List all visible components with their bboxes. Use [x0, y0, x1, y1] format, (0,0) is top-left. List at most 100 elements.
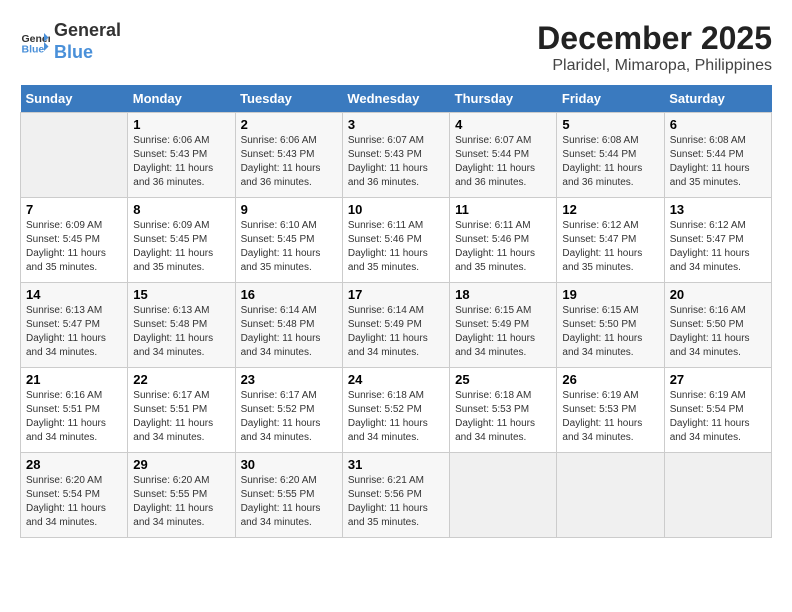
day-info: Sunrise: 6:13 AMSunset: 5:47 PMDaylight:…: [26, 304, 122, 360]
day-info: Sunrise: 6:20 AMSunset: 5:55 PMDaylight:…: [241, 474, 337, 530]
header-cell-monday: Monday: [128, 85, 235, 113]
day-info: Sunrise: 6:19 AMSunset: 5:54 PMDaylight:…: [670, 389, 766, 445]
day-number: 1: [133, 117, 229, 132]
day-info: Sunrise: 6:07 AMSunset: 5:44 PMDaylight:…: [455, 134, 551, 190]
calendar-cell: 3Sunrise: 6:07 AMSunset: 5:43 PMDaylight…: [342, 113, 449, 198]
header-cell-saturday: Saturday: [664, 85, 771, 113]
day-info: Sunrise: 6:17 AMSunset: 5:52 PMDaylight:…: [241, 389, 337, 445]
calendar-cell: [21, 113, 128, 198]
svg-text:Blue: Blue: [22, 43, 45, 55]
day-number: 3: [348, 117, 444, 132]
calendar-cell: 13Sunrise: 6:12 AMSunset: 5:47 PMDayligh…: [664, 198, 771, 283]
calendar-cell: 24 Sunrise: 6:18 AMSunset: 5:52 PMDayligh…: [342, 368, 449, 453]
calendar-cell: 15 Sunrise: 6:13 AMSunset: 5:48 PMDayligh…: [128, 283, 235, 368]
day-number: 22: [133, 372, 229, 387]
day-info: Sunrise: 6:15 AMSunset: 5:50 PMDaylight:…: [562, 304, 658, 360]
header-row: SundayMondayTuesdayWednesdayThursdayFrid…: [21, 85, 772, 113]
day-number: 16: [241, 287, 337, 302]
calendar-cell: 30 Sunrise: 6:20 AMSunset: 5:55 PMDayligh…: [235, 453, 342, 538]
day-info: Sunrise: 6:18 AMSunset: 5:52 PMDaylight:…: [348, 389, 444, 445]
calendar-cell: 4 Sunrise: 6:07 AMSunset: 5:44 PMDaylight…: [450, 113, 557, 198]
day-info: Sunrise: 6:09 AMSunset: 5:45 PMDaylight:…: [26, 219, 122, 275]
day-number: 18: [455, 287, 551, 302]
calendar-cell: 28 Sunrise: 6:20 AMSunset: 5:54 PMDayligh…: [21, 453, 128, 538]
day-number: 24: [348, 372, 444, 387]
calendar-cell: 23 Sunrise: 6:17 AMSunset: 5:52 PMDayligh…: [235, 368, 342, 453]
calendar-table: SundayMondayTuesdayWednesdayThursdayFrid…: [20, 85, 772, 538]
calendar-cell: 6Sunrise: 6:08 AMSunset: 5:44 PMDaylight…: [664, 113, 771, 198]
day-number: 29: [133, 457, 229, 472]
day-info: Sunrise: 6:13 AMSunset: 5:48 PMDaylight:…: [133, 304, 229, 360]
day-number: 31: [348, 457, 444, 472]
calendar-cell: [664, 453, 771, 538]
day-number: 14: [26, 287, 122, 302]
day-number: 9: [241, 202, 337, 217]
calendar-cell: 11Sunrise: 6:11 AMSunset: 5:46 PMDayligh…: [450, 198, 557, 283]
logo-blue: Blue: [54, 42, 121, 64]
day-number: 25: [455, 372, 551, 387]
day-number: 4: [455, 117, 551, 132]
calendar-cell: 21Sunrise: 6:16 AMSunset: 5:51 PMDayligh…: [21, 368, 128, 453]
calendar-cell: 2Sunrise: 6:06 AMSunset: 5:43 PMDaylight…: [235, 113, 342, 198]
day-info: Sunrise: 6:11 AMSunset: 5:46 PMDaylight:…: [348, 219, 444, 275]
day-number: 19: [562, 287, 658, 302]
day-info: Sunrise: 6:10 AMSunset: 5:45 PMDaylight:…: [241, 219, 337, 275]
day-info: Sunrise: 6:15 AMSunset: 5:49 PMDaylight:…: [455, 304, 551, 360]
calendar-cell: 7 Sunrise: 6:09 AMSunset: 5:45 PMDaylight…: [21, 198, 128, 283]
day-number: 10: [348, 202, 444, 217]
calendar-cell: 14 Sunrise: 6:13 AMSunset: 5:47 PMDayligh…: [21, 283, 128, 368]
day-info: Sunrise: 6:16 AMSunset: 5:50 PMDaylight:…: [670, 304, 766, 360]
day-info: Sunrise: 6:12 AMSunset: 5:47 PMDaylight:…: [562, 219, 658, 275]
day-number: 12: [562, 202, 658, 217]
day-info: Sunrise: 6:21 AMSunset: 5:56 PMDaylight:…: [348, 474, 444, 530]
day-number: 27: [670, 372, 766, 387]
day-info: Sunrise: 6:08 AMSunset: 5:44 PMDaylight:…: [562, 134, 658, 190]
calendar-cell: 8 Sunrise: 6:09 AMSunset: 5:45 PMDaylight…: [128, 198, 235, 283]
subtitle: Plaridel, Mimaropa, Philippines: [537, 57, 772, 75]
day-number: 8: [133, 202, 229, 217]
day-info: Sunrise: 6:11 AMSunset: 5:46 PMDaylight:…: [455, 219, 551, 275]
calendar-cell: 16 Sunrise: 6:14 AMSunset: 5:48 PMDayligh…: [235, 283, 342, 368]
day-info: Sunrise: 6:19 AMSunset: 5:53 PMDaylight:…: [562, 389, 658, 445]
main-title: December 2025: [537, 20, 772, 57]
day-number: 6: [670, 117, 766, 132]
calendar-cell: 25 Sunrise: 6:18 AMSunset: 5:53 PMDayligh…: [450, 368, 557, 453]
day-info: Sunrise: 6:16 AMSunset: 5:51 PMDaylight:…: [26, 389, 122, 445]
header-cell-sunday: Sunday: [21, 85, 128, 113]
day-number: 17: [348, 287, 444, 302]
calendar-cell: 18 Sunrise: 6:15 AMSunset: 5:49 PMDayligh…: [450, 283, 557, 368]
header-cell-tuesday: Tuesday: [235, 85, 342, 113]
header-cell-thursday: Thursday: [450, 85, 557, 113]
day-info: Sunrise: 6:09 AMSunset: 5:45 PMDaylight:…: [133, 219, 229, 275]
title-section: December 2025 Plaridel, Mimaropa, Philip…: [537, 20, 772, 75]
calendar-cell: 9 Sunrise: 6:10 AMSunset: 5:45 PMDaylight…: [235, 198, 342, 283]
calendar-header: SundayMondayTuesdayWednesdayThursdayFrid…: [21, 85, 772, 113]
day-info: Sunrise: 6:18 AMSunset: 5:53 PMDaylight:…: [455, 389, 551, 445]
day-number: 20: [670, 287, 766, 302]
week-row-4: 21Sunrise: 6:16 AMSunset: 5:51 PMDayligh…: [21, 368, 772, 453]
day-number: 15: [133, 287, 229, 302]
day-number: 23: [241, 372, 337, 387]
day-number: 30: [241, 457, 337, 472]
day-number: 2: [241, 117, 337, 132]
day-info: Sunrise: 6:14 AMSunset: 5:49 PMDaylight:…: [348, 304, 444, 360]
calendar-cell: 5 Sunrise: 6:08 AMSunset: 5:44 PMDaylight…: [557, 113, 664, 198]
day-number: 5: [562, 117, 658, 132]
week-row-3: 14 Sunrise: 6:13 AMSunset: 5:47 PMDayligh…: [21, 283, 772, 368]
day-info: Sunrise: 6:12 AMSunset: 5:47 PMDaylight:…: [670, 219, 766, 275]
calendar-cell: 26Sunrise: 6:19 AMSunset: 5:53 PMDayligh…: [557, 368, 664, 453]
day-info: Sunrise: 6:20 AMSunset: 5:54 PMDaylight:…: [26, 474, 122, 530]
calendar-cell: [450, 453, 557, 538]
day-number: 7: [26, 202, 122, 217]
calendar-cell: 29Sunrise: 6:20 AMSunset: 5:55 PMDayligh…: [128, 453, 235, 538]
calendar-cell: 17 Sunrise: 6:14 AMSunset: 5:49 PMDayligh…: [342, 283, 449, 368]
header-cell-wednesday: Wednesday: [342, 85, 449, 113]
day-number: 28: [26, 457, 122, 472]
calendar-cell: 1 Sunrise: 6:06 AMSunset: 5:43 PMDaylight…: [128, 113, 235, 198]
logo: General Blue General Blue: [20, 20, 121, 63]
week-row-1: 1 Sunrise: 6:06 AMSunset: 5:43 PMDaylight…: [21, 113, 772, 198]
calendar-cell: 10 Sunrise: 6:11 AMSunset: 5:46 PMDayligh…: [342, 198, 449, 283]
day-info: Sunrise: 6:06 AMSunset: 5:43 PMDaylight:…: [133, 134, 229, 190]
day-info: Sunrise: 6:14 AMSunset: 5:48 PMDaylight:…: [241, 304, 337, 360]
page-header: General Blue General Blue December 2025 …: [20, 20, 772, 75]
